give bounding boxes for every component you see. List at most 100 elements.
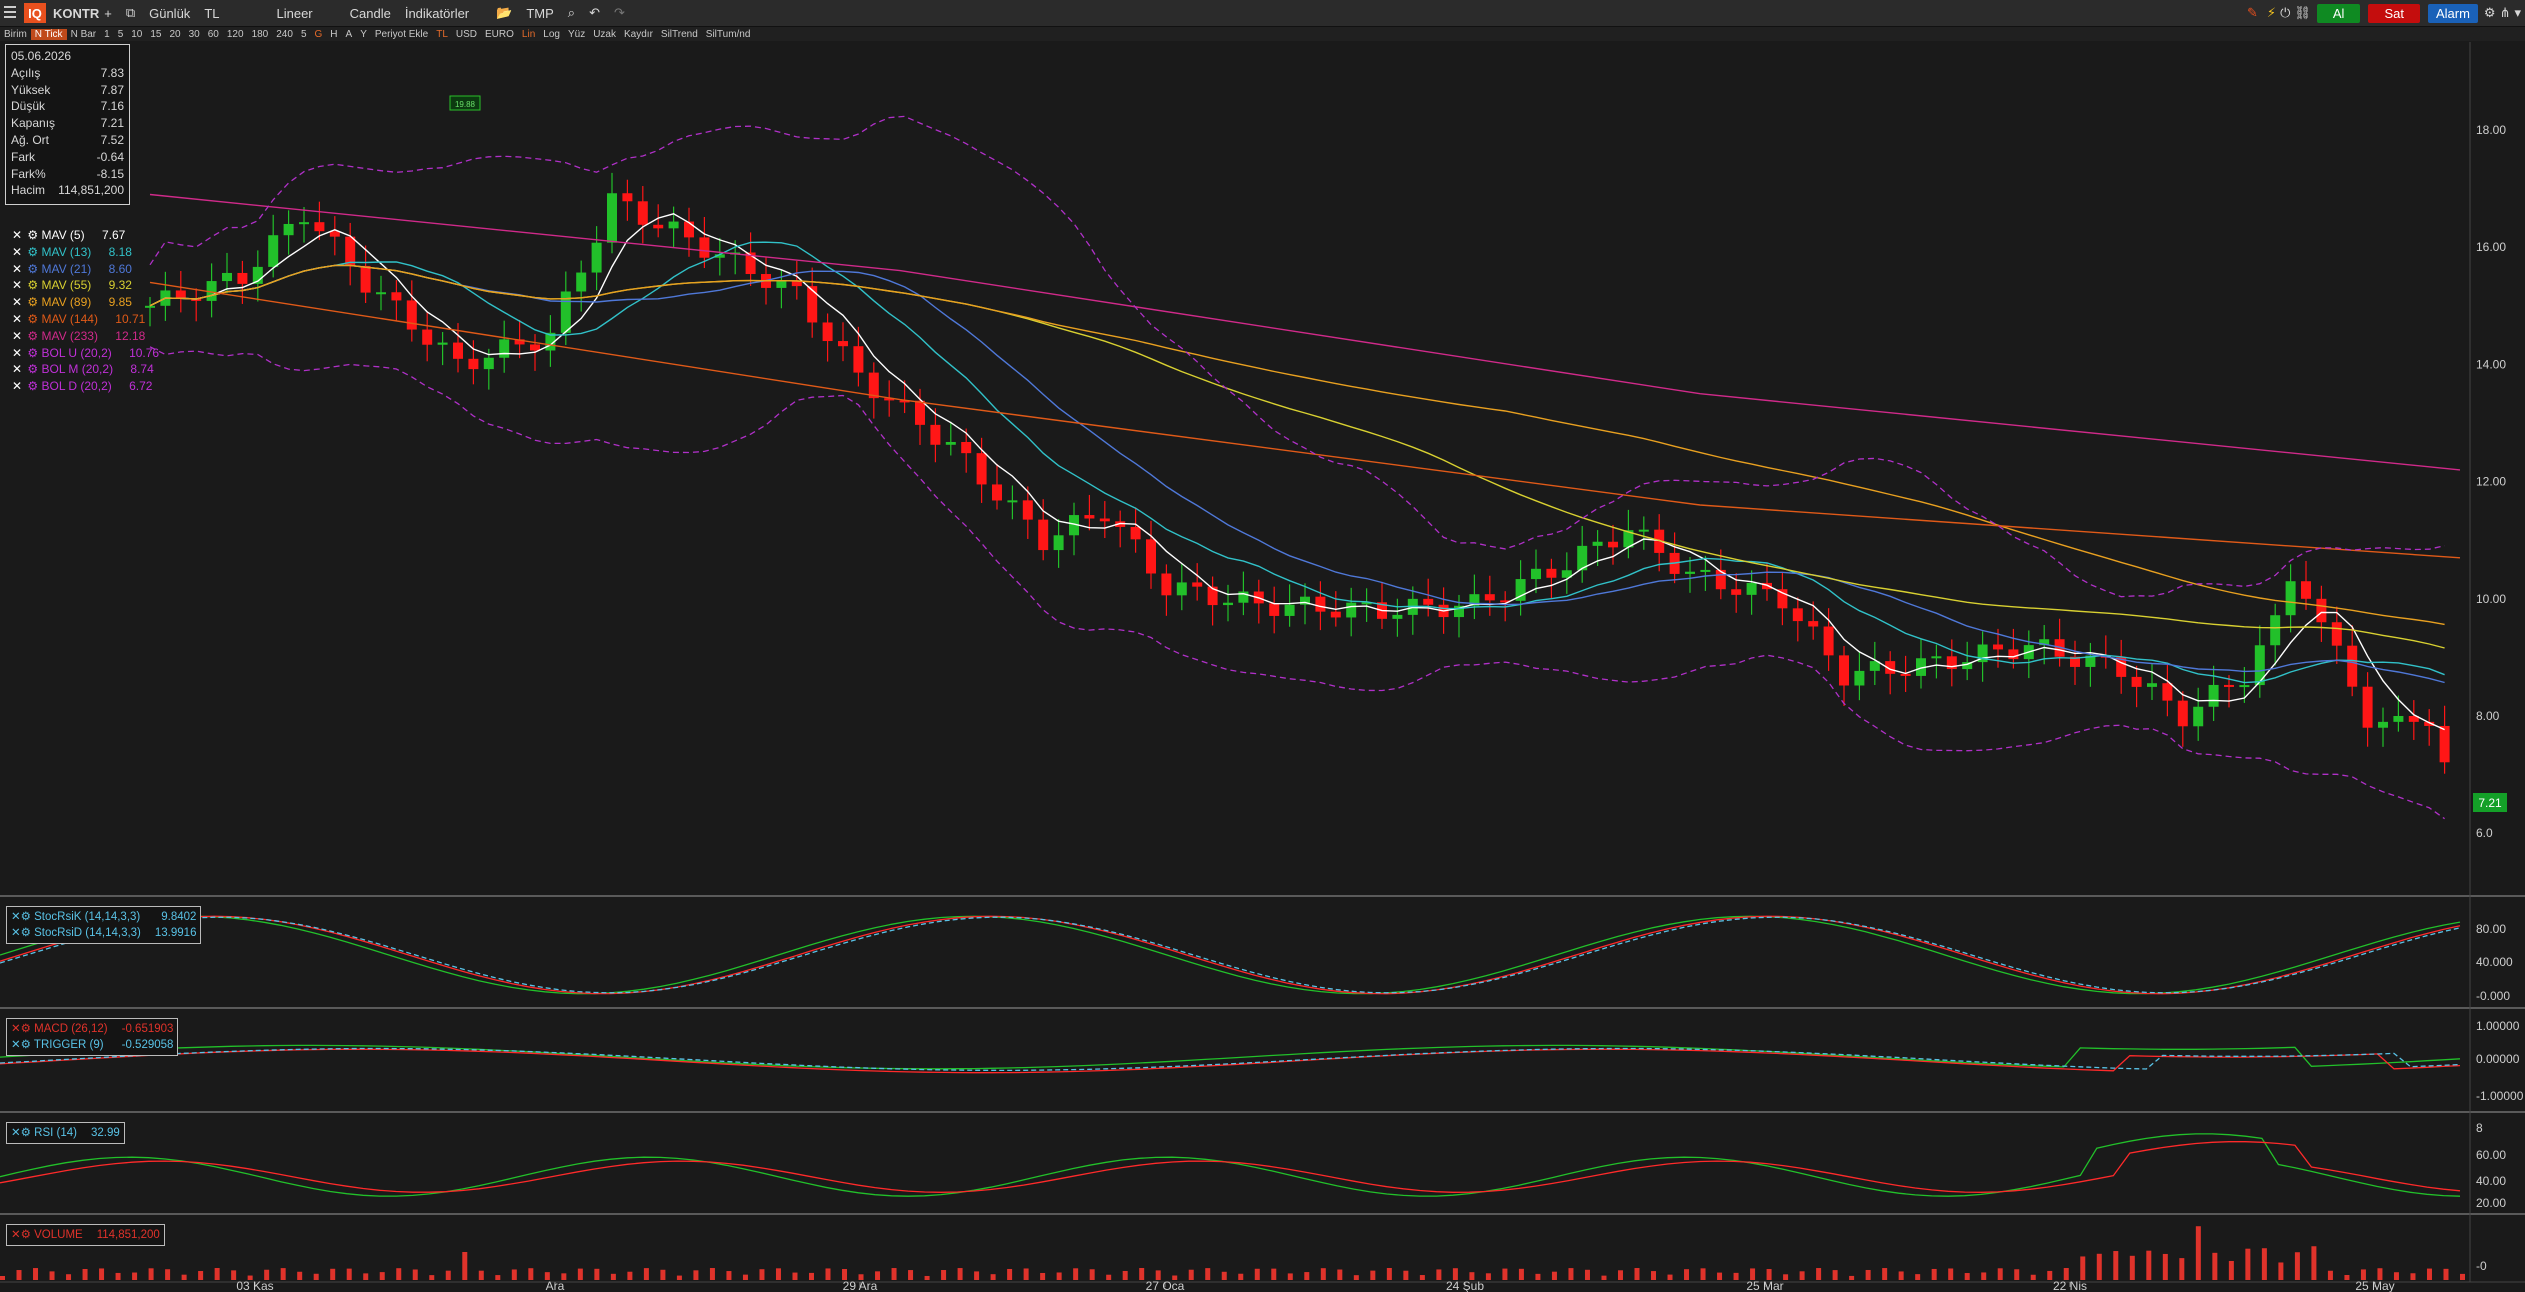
mav233-line: [149, 193, 2461, 471]
indicator-legend-row[interactable]: ✕⚙ RSI (14) 32.99: [11, 1125, 120, 1141]
buy-button[interactable]: Al: [2316, 3, 2361, 23]
overlay-legend-item[interactable]: ✕ ⚙ BOL M (20,2) 8.74: [12, 362, 154, 376]
scale-selector[interactable]: Lineer: [276, 6, 312, 21]
symbol-selector[interactable]: KONTR: [53, 6, 99, 21]
overlay-legend-item[interactable]: ✕ ⚙ MAV (55) 9.32: [12, 278, 132, 292]
close-icon[interactable]: ✕: [12, 329, 25, 343]
overlay-legend-item[interactable]: ✕ ⚙ MAV (13) 8.18: [12, 245, 132, 259]
timeframe-item[interactable]: 60: [204, 29, 223, 40]
redo-icon[interactable]: ↷: [614, 5, 625, 21]
settings-icon[interactable]: ⚙: [27, 245, 41, 259]
share-icon[interactable]: ⋔: [2500, 5, 2511, 21]
close-icon[interactable]: ✕: [12, 262, 25, 276]
timeframe-item[interactable]: H: [326, 29, 341, 40]
close-icon[interactable]: ✕: [12, 245, 25, 259]
period-selector[interactable]: Günlük: [149, 6, 190, 21]
menu-icon[interactable]: [4, 6, 16, 8]
settings-icon[interactable]: ⚙: [27, 295, 41, 309]
timeframe-item[interactable]: Uzak: [589, 29, 620, 40]
volume-bar: [974, 1271, 980, 1280]
timeframe-item[interactable]: Periyot Ekle: [371, 29, 432, 40]
candle-body: [1608, 541, 1618, 548]
settings-icon[interactable]: ⚙: [27, 262, 41, 276]
timeframe-item[interactable]: 1: [100, 29, 114, 40]
popout-icon[interactable]: ⧉: [126, 5, 135, 21]
settings-icon[interactable]: ⚙: [27, 346, 41, 360]
chevron-down-icon[interactable]: ▾: [2514, 5, 2521, 21]
timeframe-item[interactable]: 5: [114, 29, 128, 40]
undo-icon[interactable]: ↶: [589, 5, 600, 21]
overlay-legend-item[interactable]: ✕ ⚙ MAV (233) 12.18: [12, 329, 145, 343]
info-label: Kapanış: [11, 116, 56, 131]
sell-button[interactable]: Sat: [2368, 3, 2420, 23]
timeframe-item[interactable]: 240: [272, 29, 297, 40]
timeframe-item[interactable]: Yüz: [564, 29, 589, 40]
indicator-legend-row[interactable]: ✕⚙ TRIGGER (9) -0.529058: [11, 1037, 173, 1053]
timeframe-item[interactable]: G: [311, 29, 327, 40]
close-icon[interactable]: ✕: [12, 278, 25, 292]
close-icon[interactable]: ✕: [12, 295, 25, 309]
folder-icon[interactable]: 📂: [496, 5, 512, 21]
overlay-legend-item[interactable]: ✕ ⚙ BOL U (20,2) 10.76: [12, 346, 159, 360]
overlay-name: MAV (55): [41, 278, 92, 293]
overlay-legend-item[interactable]: ✕ ⚙ MAV (5) 7.67: [12, 228, 125, 242]
indicator-name: ✕⚙ TRIGGER (9): [11, 1039, 104, 1051]
timeframe-item[interactable]: Kaydır: [620, 29, 657, 40]
overlay-name: BOL U (20,2): [41, 345, 112, 360]
timeframe-item[interactable]: 10: [127, 29, 146, 40]
settings-icon[interactable]: ⚙: [27, 329, 41, 343]
indicator-legend-row[interactable]: ✕⚙ VOLUME 114,851,200: [11, 1227, 160, 1243]
timeframe-item[interactable]: Lin: [518, 29, 539, 40]
timeframe-item[interactable]: Birim: [0, 29, 31, 40]
template-button[interactable]: TMP: [526, 6, 553, 21]
timeframe-item[interactable]: USD: [452, 29, 481, 40]
timeframe-item[interactable]: SilTum/nd: [702, 29, 755, 40]
chart-area[interactable]: 18.00 16.00 14.00 12.00 10.00 8.00 6.0 03 Kas Ar…: [0, 42, 2525, 1292]
timeframe-item[interactable]: N Tick: [30, 28, 67, 40]
timeframe-item[interactable]: 180: [248, 29, 273, 40]
close-icon[interactable]: ✕: [12, 362, 25, 376]
overlay-legend-item[interactable]: ✕ ⚙ MAV (144) 10.71: [12, 312, 145, 326]
volume-bar: [709, 1268, 715, 1280]
indicator-legend-row[interactable]: ✕⚙ MACD (26,12) -0.651903: [11, 1021, 173, 1037]
timeframe-item[interactable]: 120: [223, 29, 248, 40]
timeframe-item[interactable]: Y: [356, 29, 371, 40]
settings-icon[interactable]: ⚙: [27, 228, 41, 242]
timeframe-item[interactable]: 30: [185, 29, 204, 40]
close-icon[interactable]: ✕: [12, 312, 25, 326]
overlay-legend-item[interactable]: ✕ ⚙ BOL D (20,2) 6.72: [12, 379, 152, 393]
timeframe-item[interactable]: 20: [166, 29, 185, 40]
indicators-menu[interactable]: İndikatörler: [405, 6, 469, 21]
overlay-legend-item[interactable]: ✕ ⚙ MAV (21) 8.60: [12, 262, 132, 276]
link-icon[interactable]: ⛓: [2294, 5, 2311, 21]
power-icon[interactable]: ⏻: [2280, 5, 2290, 21]
lightning-icon[interactable]: ⚡: [2267, 5, 2276, 21]
search-icon[interactable]: ⌕: [568, 5, 575, 21]
settings-icon[interactable]: ⚙: [27, 362, 41, 376]
volume-bar: [1551, 1271, 1557, 1280]
close-icon[interactable]: ✕: [12, 228, 25, 242]
alarm-button[interactable]: Alarm: [2427, 3, 2478, 23]
timeframe-item[interactable]: 15: [146, 29, 165, 40]
timeframe-item[interactable]: 5: [297, 29, 311, 40]
currency-selector[interactable]: TL: [204, 6, 219, 21]
timeframe-item[interactable]: TL: [432, 29, 452, 40]
close-icon[interactable]: ✕: [12, 346, 25, 360]
indicator-legend-row[interactable]: ✕⚙ StocRsiK (14,14,3,3) 9.8402: [11, 909, 196, 925]
overlay-legend-item[interactable]: ✕ ⚙ MAV (89) 9.85: [12, 295, 132, 309]
gear-icon[interactable]: ⚙: [2484, 5, 2496, 21]
timeframe-item[interactable]: N Bar: [67, 29, 101, 40]
timeframe-item[interactable]: EURO: [481, 29, 518, 40]
candle-body: [360, 265, 371, 293]
timeframe-item[interactable]: SilTrend: [657, 29, 702, 40]
brush-icon[interactable]: ✎: [2247, 5, 2258, 21]
add-symbol-button[interactable]: +: [104, 6, 112, 21]
settings-icon[interactable]: ⚙: [27, 379, 41, 393]
indicator-legend-row[interactable]: ✕⚙ StocRsiD (14,14,3,3) 13.9916: [11, 925, 196, 941]
settings-icon[interactable]: ⚙: [27, 278, 41, 292]
close-icon[interactable]: ✕: [12, 379, 25, 393]
chart-type-selector[interactable]: Candle: [350, 6, 391, 21]
settings-icon[interactable]: ⚙: [27, 312, 41, 326]
timeframe-item[interactable]: Log: [539, 29, 564, 40]
timeframe-item[interactable]: A: [342, 29, 357, 40]
